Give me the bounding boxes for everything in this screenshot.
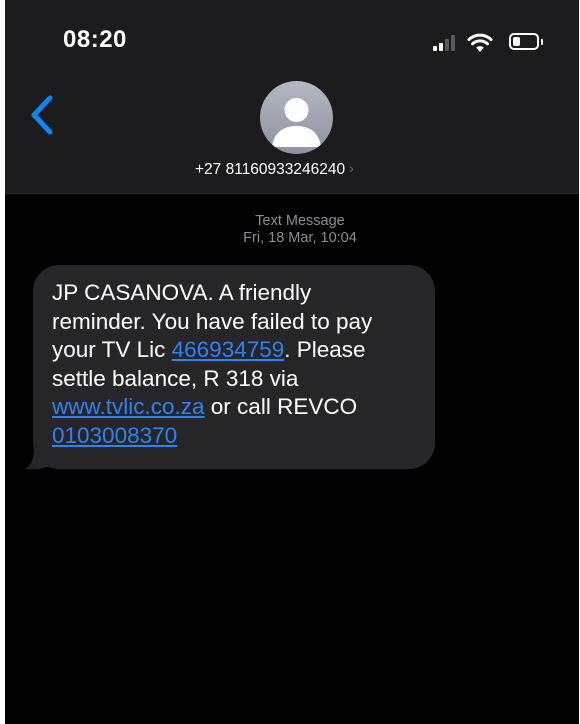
- contact-phone-number: +27 81160933246240: [195, 161, 346, 178]
- received-message-bubble[interactable]: JP CASANOVA. A friendly reminder. You ha…: [33, 265, 435, 469]
- message-text: or call REVCO: [204, 394, 358, 419]
- message-date-time: Fri, 18 Mar, 10:04: [243, 230, 357, 246]
- contact-name-button[interactable]: +27 81160933246240 ›: [195, 160, 405, 179]
- message-text: . Please: [284, 337, 366, 362]
- chevron-right-icon: ›: [349, 160, 354, 176]
- conversation-header: 08:20 +27 81160933246240 ›: [5, 0, 579, 194]
- cellular-signal-icon: [433, 33, 457, 51]
- person-silhouette-icon: [272, 98, 321, 147]
- wifi-icon: [467, 33, 493, 52]
- contact-avatar[interactable]: [260, 81, 333, 154]
- status-time: 08:20: [63, 26, 127, 53]
- reference-number-link[interactable]: 466934759: [172, 337, 285, 362]
- messages-screen: 08:20 +27 81160933246240 › Text Message …: [5, 0, 579, 724]
- battery-icon: [509, 33, 539, 50]
- message-line: JP CASANOVA. A friendly: [52, 280, 312, 305]
- status-icons: [433, 31, 553, 55]
- back-button[interactable]: [26, 93, 60, 137]
- message-line: 0103008370: [52, 422, 419, 451]
- message-text: your TV Lic: [52, 337, 172, 362]
- message-timestamp: Text Message Fri, 18 Mar, 10:04: [5, 213, 579, 247]
- battery-tip: [541, 39, 543, 45]
- chevron-left-icon: [31, 95, 53, 135]
- message-line: settle balance, R 318 via: [52, 365, 299, 391]
- phone-number-link[interactable]: 0103008370: [52, 423, 177, 448]
- message-type-label: Text Message: [255, 213, 345, 229]
- message-line: reminder. You have failed to pay: [52, 308, 373, 334]
- website-link[interactable]: www.tvlic.co.za: [52, 394, 205, 419]
- message-line: www.tvlic.co.za or call REVCO: [52, 393, 419, 422]
- battery-level: [513, 37, 520, 46]
- message-line: your TV Lic 466934759. Please: [52, 336, 419, 365]
